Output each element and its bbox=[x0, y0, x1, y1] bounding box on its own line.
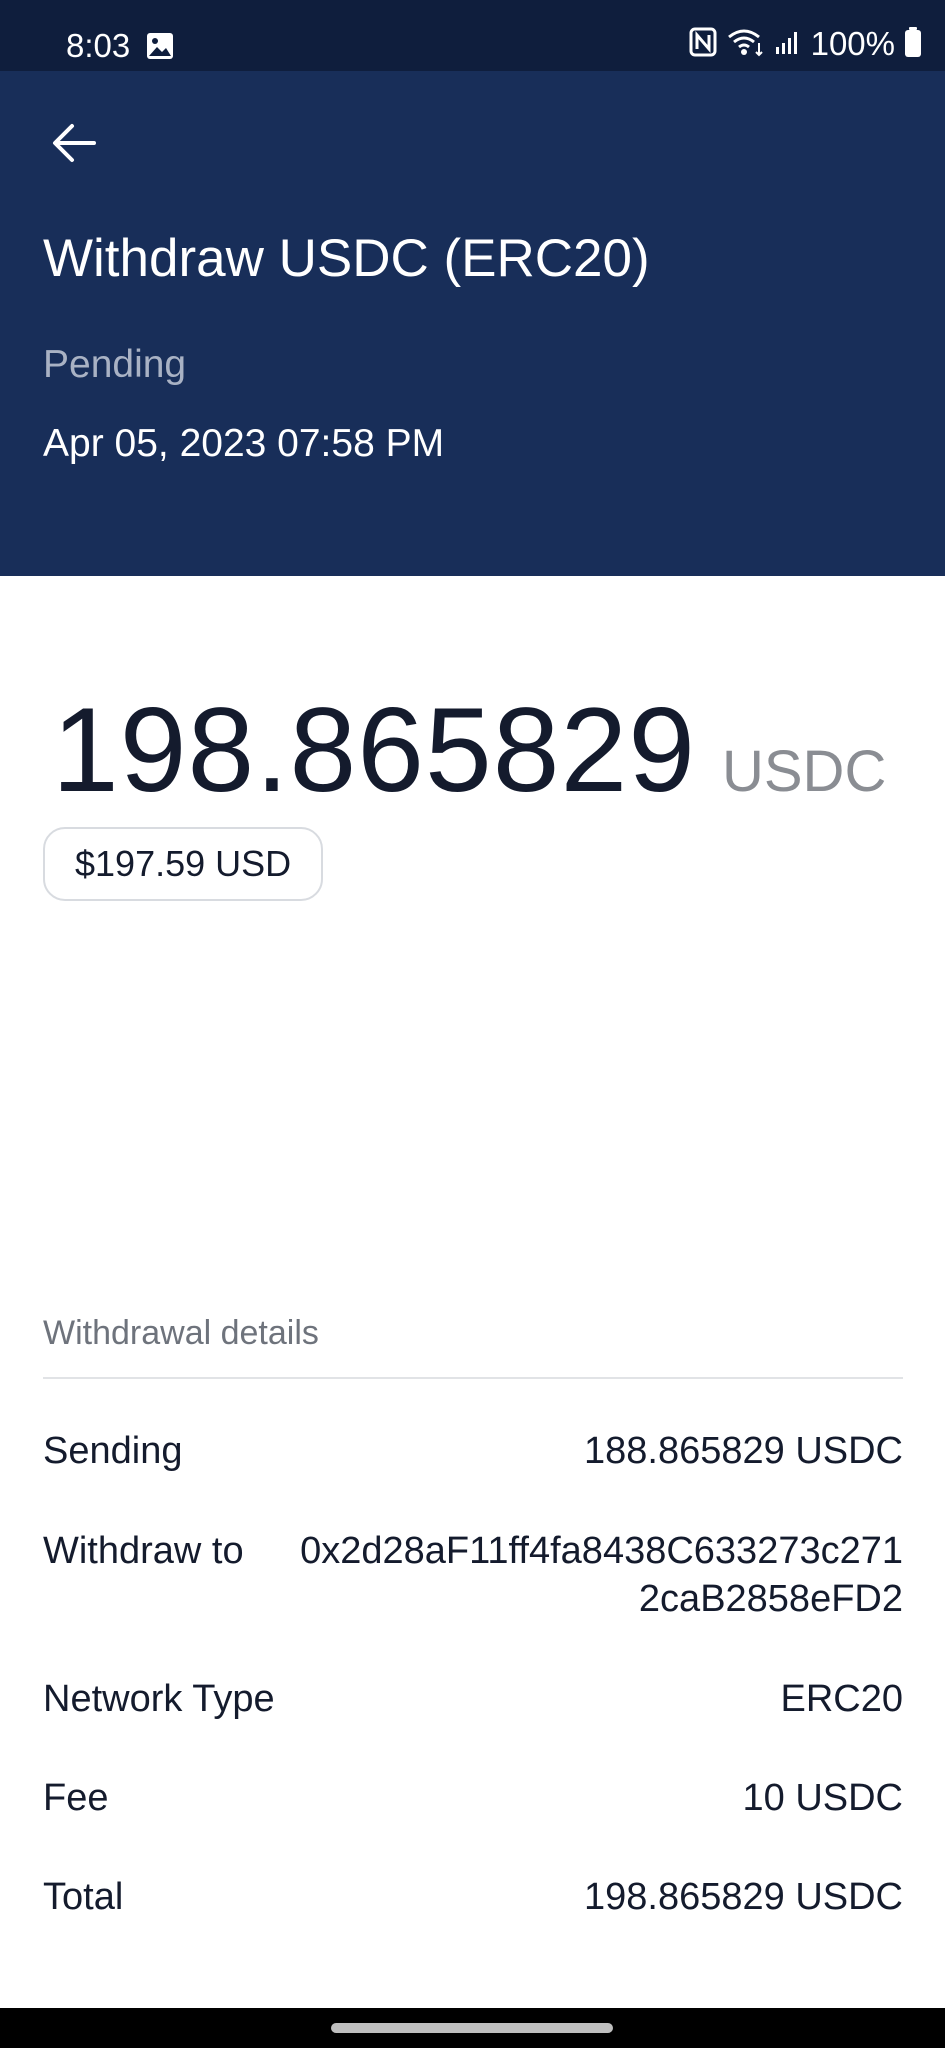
status-icons: 100% bbox=[689, 24, 921, 64]
details-heading: Withdrawal details bbox=[43, 1314, 319, 1352]
withdraw-address-value[interactable]: 0x2d28aF11ff4fa8438C633273c2712caB2858eF… bbox=[293, 1527, 903, 1623]
network-type-label: Network Type bbox=[43, 1678, 275, 1720]
signal-icon bbox=[775, 29, 801, 60]
network-type-value: ERC20 bbox=[780, 1678, 904, 1720]
fee-label: Fee bbox=[43, 1777, 109, 1819]
amount-value: 198.865829 bbox=[52, 683, 696, 817]
battery-icon bbox=[905, 26, 921, 62]
sending-value: 188.865829 USDC bbox=[584, 1430, 903, 1472]
total-value: 198.865829 USDC bbox=[584, 1876, 903, 1918]
divider bbox=[43, 1377, 903, 1379]
fee-value: 10 USDC bbox=[742, 1777, 904, 1819]
status-bar: 8:03 100% bbox=[0, 0, 945, 71]
status-text: Pending bbox=[43, 343, 187, 386]
sending-label: Sending bbox=[43, 1430, 183, 1472]
navigation-bar bbox=[0, 2008, 945, 2048]
transaction-date: Apr 05, 2023 07:58 PM bbox=[43, 422, 445, 465]
amount-unit: USDC bbox=[721, 739, 887, 804]
nfc-icon bbox=[689, 27, 717, 62]
wifi-icon bbox=[727, 27, 765, 62]
usd-value-text: $197.59 USD bbox=[75, 843, 292, 884]
usd-value-badge: $197.59 USD bbox=[43, 827, 324, 901]
arrow-left-icon bbox=[53, 124, 96, 162]
amount-display: 198.865829 USDC bbox=[52, 685, 886, 815]
status-time: 8:03 bbox=[66, 27, 131, 64]
header: Withdraw USDC (ERC20) Pending Apr 05, 20… bbox=[0, 71, 945, 576]
home-indicator[interactable] bbox=[331, 2023, 613, 2033]
back-button[interactable] bbox=[40, 116, 108, 170]
gallery-icon bbox=[146, 32, 174, 60]
page-title: Withdraw USDC (ERC20) bbox=[43, 229, 650, 288]
battery-percent: 100% bbox=[810, 25, 895, 62]
total-label: Total bbox=[43, 1876, 124, 1918]
withdraw-to-label: Withdraw to bbox=[43, 1530, 244, 1572]
